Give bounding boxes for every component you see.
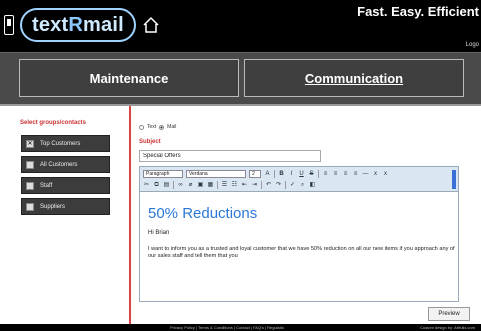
phone-icon (4, 15, 14, 35)
bullet-list-icon[interactable]: ☰ (221, 182, 228, 189)
toolbar-divider (173, 181, 174, 189)
find-icon[interactable]: ⌕ (299, 182, 306, 189)
logo-text: textRmail (32, 13, 124, 36)
radio-text[interactable] (139, 124, 144, 130)
tagline: Fast. Easy. Efficient (357, 4, 479, 19)
editor-body[interactable]: 50% Reductions Hi Brian I want to inform… (148, 197, 455, 297)
message-type-radios: Text Mail (139, 124, 176, 130)
checkbox[interactable]: ✕ (26, 139, 34, 148)
toolbar-divider (261, 181, 262, 189)
italic-icon[interactable]: I (288, 171, 295, 178)
indent-icon[interactable]: ⇥ (251, 182, 258, 189)
checkbox[interactable] (26, 202, 34, 211)
group-label: All Customers (40, 161, 78, 168)
link-icon[interactable]: ∞ (177, 182, 184, 189)
header: textRmail Fast. Easy. Efficient Logo (0, 0, 481, 52)
checkbox[interactable] (26, 160, 34, 169)
main-nav: Maintenance Communication (0, 52, 481, 104)
toolbar-divider (285, 181, 286, 189)
checkbox[interactable] (26, 181, 34, 190)
toolbar-scroll-handle[interactable] (452, 170, 456, 189)
align-left-icon[interactable]: ≡ (322, 171, 329, 178)
table-icon[interactable]: ▦ (207, 182, 214, 189)
outdent-icon[interactable]: ⇤ (241, 182, 248, 189)
footer: Privacy Policy | Terms & Conditions | Co… (0, 324, 481, 331)
strikethrough-icon[interactable]: S (308, 171, 315, 178)
radio-text-label: Text (147, 124, 157, 130)
copy-icon[interactable]: ⧉ (153, 182, 160, 189)
body-heading: 50% Reductions (148, 205, 258, 222)
subscript-icon[interactable]: x (372, 171, 379, 178)
subject-input[interactable] (139, 150, 321, 162)
undo-icon[interactable]: ↶ (265, 182, 272, 189)
footer-links[interactable]: Privacy Policy | Terms & Conditions | Co… (170, 325, 284, 330)
body-greeting: Hi Brian (148, 230, 170, 236)
paste-icon[interactable]: ▤ (163, 182, 170, 189)
nav-communication[interactable]: Communication (244, 59, 464, 97)
numbered-list-icon[interactable]: ☷ (231, 182, 238, 189)
logo[interactable]: textRmail (4, 5, 160, 45)
bold-icon[interactable]: B (278, 171, 285, 178)
editor-toolbar: Paragraph Verdana 2 A B I U S ≡ ≡ ≡ ≡ — … (140, 167, 458, 192)
source-icon[interactable]: ◧ (309, 182, 316, 189)
nav-maintenance[interactable]: Maintenance (19, 59, 239, 97)
sidebar-title: Select groups/contacts (20, 120, 87, 126)
logout-link[interactable]: Logo (466, 42, 479, 48)
underline-icon[interactable]: U (298, 171, 305, 178)
align-right-icon[interactable]: ≡ (342, 171, 349, 178)
radio-mail[interactable] (159, 124, 165, 130)
rich-text-editor: Paragraph Verdana 2 A B I U S ≡ ≡ ≡ ≡ — … (139, 166, 459, 302)
group-label: Staff (40, 182, 53, 189)
body-paragraph: I want to inform you as a trusted and lo… (148, 246, 455, 259)
logo-oval: textRmail (20, 8, 136, 42)
group-staff[interactable]: Staff (21, 177, 110, 194)
unlink-icon[interactable]: ⌀ (187, 182, 194, 189)
group-top-customers[interactable]: ✕ Top Customers (21, 135, 110, 152)
toolbar-divider (217, 181, 218, 189)
spellcheck-icon[interactable]: ✓ (289, 182, 296, 189)
radio-mail-label: Mail (167, 124, 177, 130)
subject-label: Subject (139, 139, 161, 145)
groups-sidebar: Select groups/contacts ✕ Top Customers A… (0, 106, 131, 326)
group-label: Suppliers (40, 203, 66, 210)
toolbar-divider (318, 170, 319, 178)
align-center-icon[interactable]: ≡ (332, 171, 339, 178)
footer-credit: Custom design by: Artfulls.com (420, 325, 475, 330)
image-icon[interactable]: ▣ (197, 182, 204, 189)
font-select[interactable]: Verdana (186, 170, 246, 178)
superscript-icon[interactable]: x (382, 171, 389, 178)
group-label: Top Customers (40, 140, 81, 147)
group-all-customers[interactable]: All Customers (21, 156, 110, 173)
format-select[interactable]: Paragraph (143, 170, 183, 178)
justify-icon[interactable]: ≡ (352, 171, 359, 178)
redo-icon[interactable]: ↷ (275, 182, 282, 189)
compose-panel: Text Mail Subject Paragraph Verdana 2 A … (139, 106, 475, 326)
main-panel: Select groups/contacts ✕ Top Customers A… (0, 104, 481, 326)
horizontal-rule-icon[interactable]: — (362, 171, 369, 178)
preview-button[interactable]: Preview (428, 307, 470, 321)
cut-icon[interactable]: ✂ (143, 182, 150, 189)
font-color-icon[interactable]: A (264, 171, 271, 178)
size-select[interactable]: 2 (249, 170, 261, 178)
toolbar-divider (274, 170, 275, 178)
group-suppliers[interactable]: Suppliers (21, 198, 110, 215)
home-icon[interactable] (142, 16, 160, 34)
